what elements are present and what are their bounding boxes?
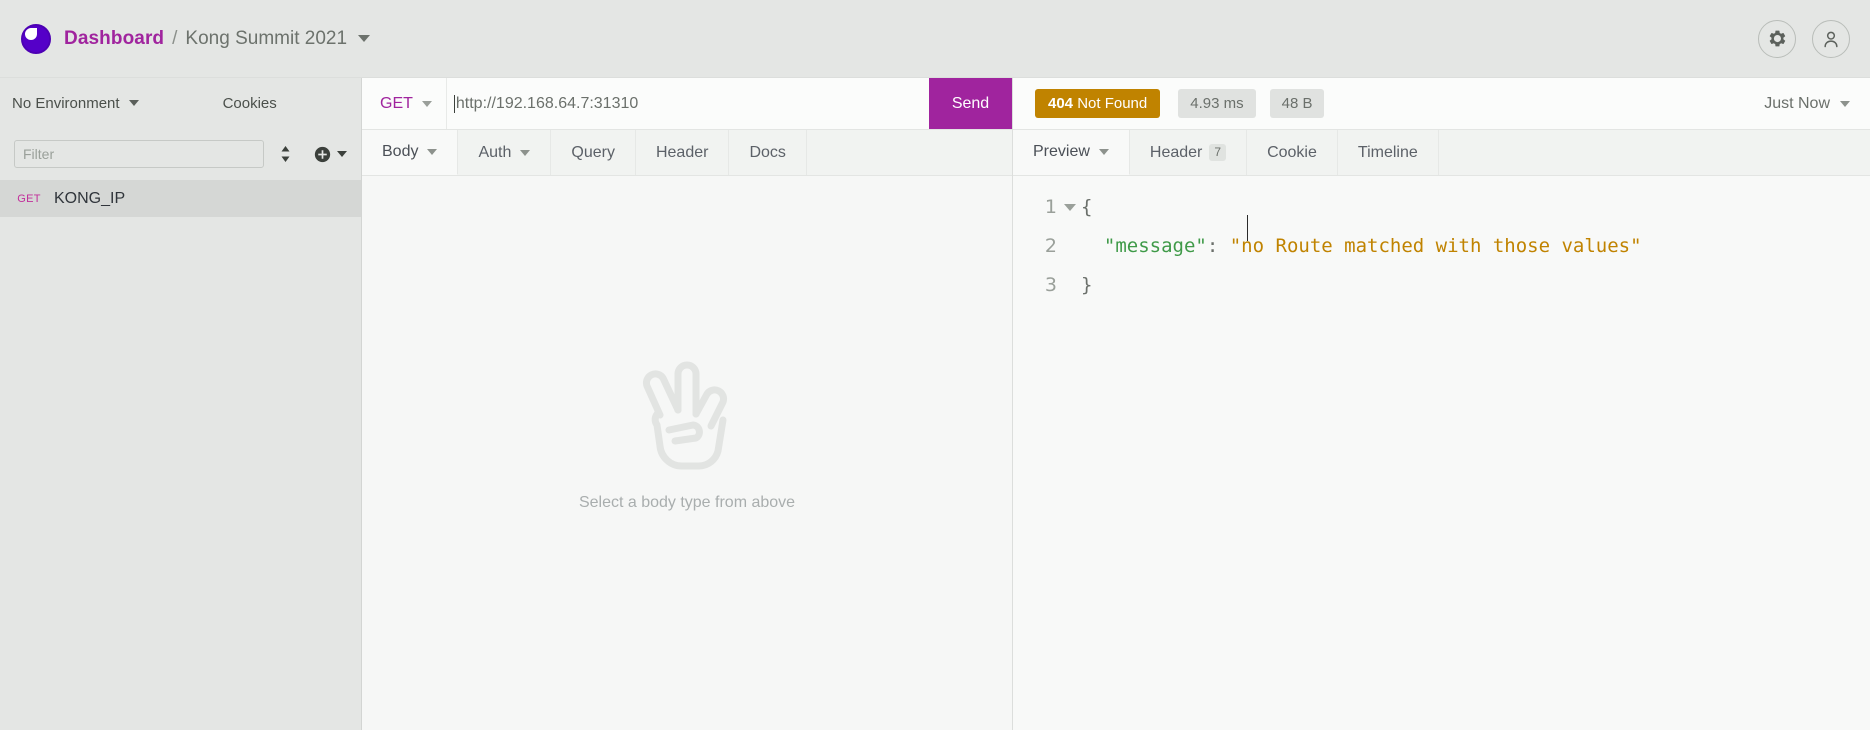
tab-response-header-label: Header	[1149, 143, 1203, 161]
request-pane: GET http://192.168.64.7:31310 Send Body …	[362, 78, 1013, 730]
cookies-button[interactable]: Cookies	[223, 95, 277, 112]
send-button[interactable]: Send	[929, 78, 1012, 129]
sort-button[interactable]	[264, 144, 306, 164]
empty-state-text: Select a body type from above	[578, 494, 796, 511]
chevron-down-icon	[421, 100, 432, 107]
tab-timeline-label: Timeline	[1357, 143, 1418, 161]
request-body-empty-state: Select a body type from above	[362, 176, 1012, 730]
sort-icon	[281, 146, 289, 162]
request-method-label: GET	[17, 192, 41, 205]
tab-body-label: Body	[382, 143, 419, 160]
environment-selector[interactable]: No Environment	[12, 95, 139, 112]
header-count-badge: 7	[1209, 144, 1227, 161]
code-line: 2 "message": "no Route matched with thos…	[1013, 215, 1870, 266]
json-string-value-rest: Route matched with those values"	[1264, 235, 1642, 257]
response-tabs: Preview Header 7 Cookie Timeline	[1013, 130, 1870, 176]
tab-query[interactable]: Query	[551, 130, 636, 175]
response-body-viewer[interactable]: 1 { 2 "message": "no Route matched with …	[1013, 176, 1870, 730]
add-request-button[interactable]	[306, 146, 347, 163]
response-time-badge[interactable]: 4.93 ms	[1178, 89, 1256, 118]
fold-toggle[interactable]	[1059, 204, 1081, 211]
insomnia-logo-icon	[21, 23, 51, 54]
tab-preview[interactable]: Preview	[1013, 130, 1130, 175]
http-method-label: GET	[380, 94, 413, 112]
chevron-down-icon	[128, 100, 139, 106]
tab-auth-label: Auth	[478, 143, 512, 161]
status-badge[interactable]: 404 Not Found	[1035, 89, 1161, 118]
chevron-down-icon	[1840, 100, 1850, 107]
code-text: }	[1081, 274, 1093, 296]
line-number: 3	[1044, 274, 1057, 296]
code-text: {	[1081, 196, 1093, 218]
url-input[interactable]: http://192.168.64.7:31310	[447, 78, 929, 129]
url-bar: GET http://192.168.64.7:31310 Send	[362, 78, 1012, 130]
line-number: 1	[1044, 196, 1057, 218]
list-item[interactable]: GET KONG_IP	[0, 180, 361, 217]
url-value: http://192.168.64.7:31310	[455, 94, 639, 112]
breadcrumb-separator: /	[172, 27, 178, 49]
json-colon: :	[1206, 235, 1230, 257]
request-tabs: Body Auth Query Header Docs	[362, 130, 1012, 176]
app-header: Dashboard / Kong Summit 2021	[0, 0, 1870, 78]
tab-cookie-label: Cookie	[1267, 143, 1317, 161]
code-line: 1 {	[1013, 188, 1870, 227]
settings-button[interactable]	[1758, 19, 1796, 58]
tab-body[interactable]: Body	[362, 130, 459, 175]
sidebar-top-row: No Environment Cookies	[0, 78, 361, 128]
http-method-selector[interactable]: GET	[362, 78, 447, 129]
chevron-down-icon	[337, 151, 347, 157]
response-status-bar: 404 Not Found 4.93 ms 48 B Just Now	[1013, 78, 1870, 130]
chevron-down-icon	[1064, 204, 1076, 211]
json-string-value-start: "no	[1230, 215, 1264, 266]
breadcrumb-workspace-name[interactable]: Kong Summit 2021	[185, 28, 347, 50]
sidebar: No Environment Cookies Filter GET KONG_I…	[0, 78, 362, 730]
response-history-selector[interactable]: Just Now	[1764, 95, 1850, 113]
account-icon	[1824, 31, 1838, 47]
json-key: "message"	[1103, 235, 1207, 257]
tab-docs[interactable]: Docs	[729, 130, 807, 175]
status-code: 404	[1048, 95, 1074, 112]
chevron-down-icon	[520, 149, 531, 156]
insomnia-app-window: Dashboard / Kong Summit 2021 No Environm…	[0, 0, 1870, 730]
response-history-label: Just Now	[1764, 94, 1830, 112]
tab-docs-label: Docs	[749, 143, 786, 161]
tab-auth[interactable]: Auth	[458, 130, 552, 175]
text-cursor	[453, 94, 455, 113]
code-line: 3 }	[1013, 266, 1870, 305]
tab-cookie[interactable]: Cookie	[1247, 130, 1338, 175]
code-text: "message": "no Route matched with those …	[1081, 215, 1642, 266]
tab-preview-label: Preview	[1033, 143, 1090, 160]
chevron-down-icon[interactable]	[358, 35, 371, 42]
peace-hand-icon	[642, 361, 728, 470]
request-name-label: KONG_IP	[54, 189, 126, 207]
request-list: GET KONG_IP	[0, 180, 361, 730]
filter-input[interactable]	[14, 140, 264, 168]
status-text: Not Found	[1077, 95, 1148, 112]
response-size-badge[interactable]: 48 B	[1269, 89, 1325, 118]
account-button[interactable]	[1812, 19, 1850, 58]
gear-icon	[1769, 30, 1785, 47]
main-body: No Environment Cookies Filter GET KONG_I…	[0, 78, 1870, 730]
plus-circle-icon	[314, 146, 331, 162]
chevron-down-icon	[427, 149, 438, 155]
chevron-down-icon	[1098, 149, 1109, 155]
tab-header-label: Header	[655, 143, 709, 161]
tab-query-label: Query	[571, 143, 615, 161]
tab-response-header[interactable]: Header 7	[1130, 130, 1248, 175]
breadcrumb-dashboard-link[interactable]: Dashboard	[64, 28, 164, 50]
tab-header[interactable]: Header	[636, 130, 730, 175]
response-pane: 404 Not Found 4.93 ms 48 B Just Now Prev…	[1013, 78, 1870, 730]
environment-label: No Environment	[12, 94, 120, 112]
tab-timeline[interactable]: Timeline	[1338, 130, 1439, 175]
breadcrumb[interactable]: Dashboard / Kong Summit 2021	[64, 27, 371, 50]
sidebar-filter-row	[0, 128, 361, 180]
logo-container	[14, 23, 58, 54]
line-number: 2	[1044, 235, 1057, 257]
